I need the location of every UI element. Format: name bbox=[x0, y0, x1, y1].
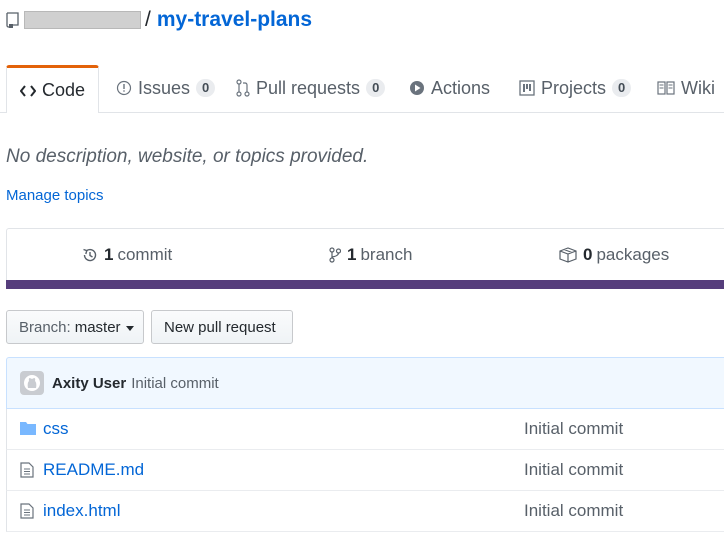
tab-wiki-label: Wiki bbox=[681, 77, 715, 98]
branch-select-value: master bbox=[74, 318, 121, 336]
tab-wiki[interactable]: Wiki bbox=[657, 64, 715, 112]
branch-count: 1 bbox=[347, 245, 357, 264]
tab-pull-requests[interactable]: Pull requests 0 bbox=[236, 64, 386, 112]
table-row: css Initial commit bbox=[6, 409, 724, 450]
pull-requests-counter: 0 bbox=[366, 79, 386, 97]
branches-summary[interactable]: 1 branch bbox=[329, 229, 412, 281]
branch-label: branch bbox=[360, 245, 413, 264]
packages-summary[interactable]: 0 packages bbox=[559, 229, 669, 281]
package-label: packages bbox=[596, 245, 670, 264]
commits-summary[interactable]: 1 commit bbox=[82, 229, 172, 281]
repo-icon bbox=[6, 12, 20, 28]
repo-description: No description, website, or topics provi… bbox=[6, 146, 369, 167]
repo-name-link[interactable]: my-travel-plans bbox=[157, 8, 312, 32]
tab-projects[interactable]: Projects 0 bbox=[519, 64, 632, 112]
file-commit-message[interactable]: Initial commit bbox=[524, 460, 623, 480]
owner-name-redacted[interactable] bbox=[24, 11, 141, 29]
repo-summary: 1 commit 1 branch 0 packages bbox=[6, 228, 724, 280]
branch-select-prefix: Branch: bbox=[19, 318, 71, 336]
tab-actions-label: Actions bbox=[431, 77, 491, 98]
issue-icon bbox=[116, 80, 132, 96]
commit-label: commit bbox=[117, 245, 173, 264]
tab-issues-label: Issues bbox=[138, 77, 191, 98]
path-separator: / bbox=[145, 8, 151, 31]
package-count: 0 bbox=[583, 245, 593, 264]
commit-count: 1 bbox=[104, 245, 114, 264]
book-icon bbox=[657, 81, 675, 95]
repo-header: / my-travel-plans bbox=[6, 4, 312, 36]
latest-commit-message[interactable]: Initial commit bbox=[131, 375, 219, 392]
project-icon bbox=[519, 80, 535, 96]
tab-actions[interactable]: Actions bbox=[409, 64, 490, 112]
tab-pull-requests-label: Pull requests bbox=[256, 77, 361, 98]
branch-select-button[interactable]: Branch: master bbox=[6, 310, 144, 344]
tab-code[interactable]: Code bbox=[6, 65, 99, 113]
issues-counter: 0 bbox=[196, 79, 216, 97]
table-row: index.html Initial commit bbox=[6, 491, 724, 532]
file-name-link[interactable]: css bbox=[43, 419, 69, 439]
table-row: README.md Initial commit bbox=[6, 450, 724, 491]
manage-topics-link[interactable]: Manage topics bbox=[6, 187, 104, 204]
file-name-link[interactable]: README.md bbox=[43, 460, 144, 480]
file-commit-message[interactable]: Initial commit bbox=[524, 419, 623, 439]
tab-issues[interactable]: Issues 0 bbox=[116, 64, 216, 112]
file-commit-message[interactable]: Initial commit bbox=[524, 501, 623, 521]
repo-nav-tabs: Code Issues 0 Pull requests 0 Actions Pr… bbox=[0, 64, 724, 113]
projects-counter: 0 bbox=[612, 79, 632, 97]
play-icon bbox=[409, 80, 425, 96]
branch-icon bbox=[329, 247, 341, 263]
caret-down-icon bbox=[125, 325, 134, 331]
tab-projects-label: Projects bbox=[541, 77, 607, 98]
github-avatar-icon[interactable] bbox=[20, 371, 44, 395]
history-icon bbox=[82, 247, 98, 263]
latest-commit-bar: Axity User Initial commit bbox=[6, 357, 724, 409]
file-name-link[interactable]: index.html bbox=[43, 501, 120, 521]
file-icon bbox=[20, 462, 34, 478]
pull-request-icon bbox=[236, 79, 250, 97]
package-icon bbox=[559, 247, 577, 263]
file-icon bbox=[20, 503, 34, 519]
tab-code-label: Code bbox=[41, 80, 86, 100]
folder-icon bbox=[20, 421, 36, 435]
commit-author[interactable]: Axity User bbox=[52, 375, 126, 392]
new-pull-request-button[interactable]: New pull request bbox=[151, 310, 293, 344]
code-icon bbox=[19, 84, 36, 97]
language-bar[interactable] bbox=[6, 280, 724, 289]
